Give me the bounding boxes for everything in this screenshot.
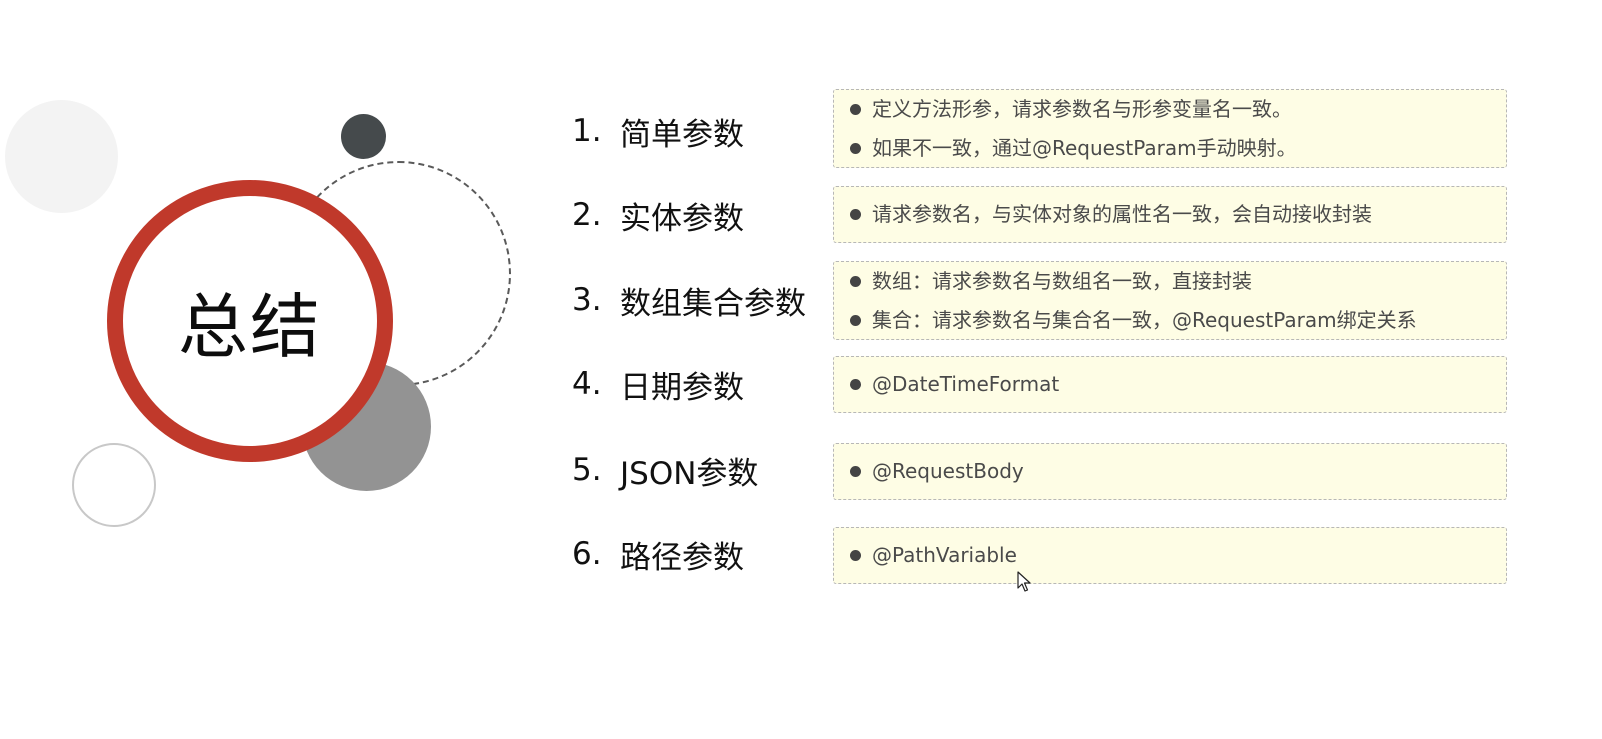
list-item: 请求参数名，与实体对象的属性名一致，会自动接收封装 (850, 195, 1506, 234)
list-item: @DateTimeFormat (850, 365, 1506, 404)
bullet-dot-icon (850, 209, 861, 220)
summary-item-2-label: 2. 实体参数 (572, 195, 744, 237)
bullet-dot-icon (850, 314, 861, 326)
list-item: 定义方法形参，请求参数名与形参变量名一致。 (850, 90, 1506, 129)
summary-item-4-label: 4. 日期参数 (572, 364, 744, 406)
bullet-text: 请求参数名，与实体对象的属性名一致，会自动接收封装 (872, 202, 1372, 226)
item-title: JSON参数 (620, 455, 759, 492)
list-item: @PathVariable (850, 536, 1506, 575)
decorative-circle-light (5, 100, 118, 213)
summary-item-1-box: 定义方法形参，请求参数名与形参变量名一致。 如果不一致，通过@RequestPa… (833, 89, 1507, 168)
summary-item-6-box: @PathVariable (833, 527, 1507, 584)
summary-item-5-box: @RequestBody (833, 443, 1507, 500)
bullet-dot-icon (850, 550, 861, 561)
page-title: 总结 (178, 285, 322, 368)
bullet-text: 定义方法形参，请求参数名与形参变量名一致。 (872, 96, 1292, 121)
bullet-dot-icon (850, 142, 861, 154)
item-number: 5. (572, 452, 602, 488)
summary-item-5-label: 5. JSON参数 (572, 450, 759, 492)
item-number: 2. (572, 197, 602, 233)
bullet-text: @DateTimeFormat (872, 372, 1060, 396)
item-title: 数组集合参数 (620, 285, 806, 322)
item-title: 实体参数 (620, 200, 744, 237)
item-number: 6. (572, 536, 602, 572)
title-ring: 总结 (107, 180, 393, 462)
summary-item-3-box: 数组：请求参数名与数组名一致，直接封装 集合：请求参数名与集合名一致，@Requ… (833, 261, 1507, 340)
bullet-dot-icon (850, 379, 861, 390)
item-number: 1. (572, 113, 602, 149)
bullet-text: 集合：请求参数名与集合名一致，@RequestParam绑定关系 (872, 307, 1417, 332)
list-item: 如果不一致，通过@RequestParam手动映射。 (850, 129, 1506, 168)
summary-item-6-label: 6. 路径参数 (572, 534, 744, 576)
bullet-dot-icon (850, 466, 861, 477)
summary-item-1-label: 1. 简单参数 (572, 111, 744, 153)
decorative-circle-outline (72, 443, 156, 527)
list-item: 数组：请求参数名与数组名一致，直接封装 (850, 262, 1506, 301)
mouse-cursor-icon (1017, 571, 1031, 592)
item-title: 简单参数 (620, 116, 744, 153)
item-number: 4. (572, 366, 602, 402)
list-item: @RequestBody (850, 452, 1506, 491)
item-title: 路径参数 (620, 539, 744, 576)
bullet-dot-icon (850, 103, 861, 115)
summary-item-4-box: @DateTimeFormat (833, 356, 1507, 413)
decorative-circle-dark (341, 114, 386, 159)
bullet-text: 如果不一致，通过@RequestParam手动映射。 (872, 135, 1297, 160)
bullet-text: @PathVariable (872, 543, 1017, 567)
list-item: 集合：请求参数名与集合名一致，@RequestParam绑定关系 (850, 301, 1506, 340)
bullet-text: 数组：请求参数名与数组名一致，直接封装 (872, 268, 1252, 293)
bullet-dot-icon (850, 275, 861, 287)
summary-item-2-box: 请求参数名，与实体对象的属性名一致，会自动接收封装 (833, 186, 1507, 243)
bullet-text: @RequestBody (872, 459, 1024, 483)
summary-item-3-label: 3. 数组集合参数 (572, 280, 806, 322)
item-title: 日期参数 (620, 369, 744, 406)
item-number: 3. (572, 282, 602, 318)
